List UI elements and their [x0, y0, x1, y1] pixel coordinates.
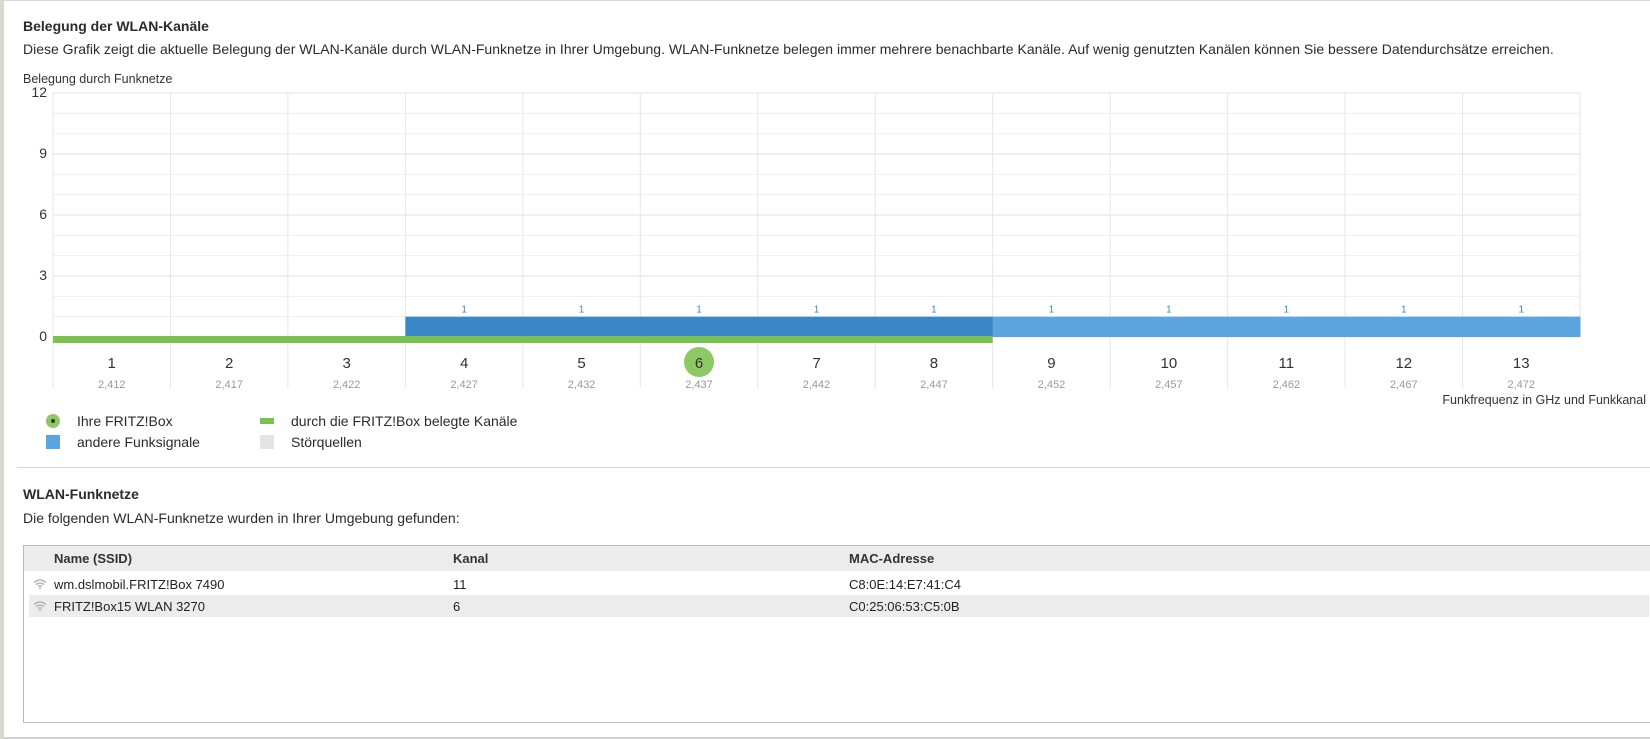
legend-noise-sources: Störquellen: [260, 434, 362, 450]
bar-used-channels: [53, 336, 993, 343]
x-tick-channel: 9: [1047, 355, 1055, 372]
bar-other-signal: [640, 316, 759, 337]
bar-data-label: 1: [1401, 305, 1407, 316]
x-tick-frequency: 2,412: [98, 379, 126, 391]
bar-other-signal: [875, 316, 994, 337]
channel-occupancy-chart: Belegung durch Funknetze 1111111111 1296…: [23, 72, 1646, 407]
legend-own-fritzbox: Ihre FRITZ!Box: [46, 413, 173, 429]
y-tick-label: 0: [39, 328, 47, 344]
bar-other-signal: [1110, 316, 1229, 337]
wifi-icon: [33, 601, 47, 611]
bar-data-label: 1: [579, 305, 585, 316]
network-channel: 6: [453, 599, 461, 614]
networks-table-header: Name (SSID) Kanal MAC-Adresse: [24, 546, 1650, 571]
x-tick-channel: 2: [225, 355, 233, 372]
x-tick-channel: 8: [930, 355, 938, 372]
bar-data-label: 1: [1049, 305, 1055, 316]
networks-section-description: Die folgenden WLAN-Funknetze wurden in I…: [23, 510, 460, 526]
x-tick-frequency: 2,452: [1038, 379, 1066, 391]
network-channel: 11: [453, 577, 467, 592]
x-tick-frequency: 2,447: [920, 379, 948, 391]
y-tick-label: 6: [39, 206, 47, 222]
x-tick-frequency: 2,417: [215, 379, 243, 391]
wifi-icon: [33, 579, 47, 589]
x-tick-channel: 12: [1395, 355, 1412, 372]
bar-other-signal: [1345, 316, 1464, 337]
y-tick-label: 9: [39, 145, 47, 161]
bar-other-signal: [1462, 316, 1581, 337]
bar-data-label: 1: [931, 305, 937, 316]
x-tick-channel: 3: [342, 355, 350, 372]
x-tick-frequency: 2,472: [1508, 379, 1536, 391]
x-tick-channel: 7: [812, 355, 820, 372]
networks-table: Name (SSID) Kanal MAC-Adresse wm.dslmobi…: [23, 545, 1650, 723]
network-ssid: FRITZ!Box15 WLAN 3270: [54, 599, 205, 614]
x-tick-channel: 1: [108, 355, 116, 372]
y-tick-label: 3: [39, 267, 47, 283]
bar-data-label: 1: [1518, 305, 1524, 316]
bar-other-signal: [757, 316, 876, 337]
chart-grid: [52, 92, 1581, 388]
chart-xlabel: Funkfrequenz in GHz und Funkkanal: [1442, 393, 1646, 407]
legend-noise-sources-label: Störquellen: [291, 434, 362, 450]
column-header-mac[interactable]: MAC-Adresse: [849, 551, 934, 566]
x-tick-frequency: 2,467: [1390, 379, 1418, 391]
x-tick-frequency: 2,432: [568, 379, 596, 391]
section-divider: [17, 467, 1650, 468]
bar-data-label: 1: [814, 305, 820, 316]
column-header-channel[interactable]: Kanal: [453, 551, 488, 566]
x-tick-frequency: 2,462: [1273, 379, 1301, 391]
bar-other-signal: [405, 316, 524, 337]
column-header-name[interactable]: Name (SSID): [54, 551, 132, 566]
bar-data-label: 1: [696, 305, 702, 316]
x-tick-channel: 5: [577, 355, 585, 372]
noise-sources-icon: [260, 435, 274, 449]
x-tick-channel: 6: [695, 355, 703, 372]
network-ssid: wm.dslmobil.FRITZ!Box 7490: [54, 577, 225, 592]
bar-data-label: 1: [1284, 305, 1290, 316]
network-mac: C0:25:06:53:C5:0B: [849, 599, 960, 614]
bar-other-signal: [992, 316, 1111, 337]
other-signals-icon: [46, 435, 60, 449]
network-mac: C8:0E:14:E7:41:C4: [849, 577, 962, 592]
x-tick-frequency: 2,437: [685, 379, 713, 391]
legend-other-signals-label: andere Funksignale: [77, 434, 200, 450]
x-tick-channel: 4: [460, 355, 468, 372]
x-tick-channel: 10: [1161, 355, 1178, 372]
bar-data-label: 1: [461, 305, 467, 316]
bar-other-signal: [1227, 316, 1346, 337]
legend-used-channels-label: durch die FRITZ!Box belegte Kanäle: [291, 413, 518, 429]
x-tick-frequency: 2,442: [803, 379, 831, 391]
used-channels-icon: [260, 418, 274, 424]
table-row[interactable]: FRITZ!Box15 WLAN 3270 6 C0:25:06:53:C5:0…: [29, 595, 1649, 617]
legend-other-signals: andere Funksignale: [46, 434, 200, 450]
y-tick-label: 12: [31, 84, 47, 100]
table-row[interactable]: wm.dslmobil.FRITZ!Box 7490 11 C8:0E:14:E…: [29, 573, 1649, 595]
networks-section-title: WLAN-Funknetze: [23, 486, 139, 502]
own-fritzbox-icon: [46, 414, 60, 428]
x-tick-channel: 13: [1513, 355, 1530, 372]
bar-data-label: 1: [1166, 305, 1172, 316]
x-tick-frequency: 2,422: [333, 379, 361, 391]
x-tick-channel: 11: [1279, 355, 1295, 372]
bar-other-signal: [522, 316, 641, 337]
legend-used-channels: durch die FRITZ!Box belegte Kanäle: [260, 413, 517, 429]
legend-own-fritzbox-label: Ihre FRITZ!Box: [77, 413, 173, 429]
x-tick-frequency: 2,457: [1155, 379, 1183, 391]
x-tick-frequency: 2,427: [450, 379, 478, 391]
